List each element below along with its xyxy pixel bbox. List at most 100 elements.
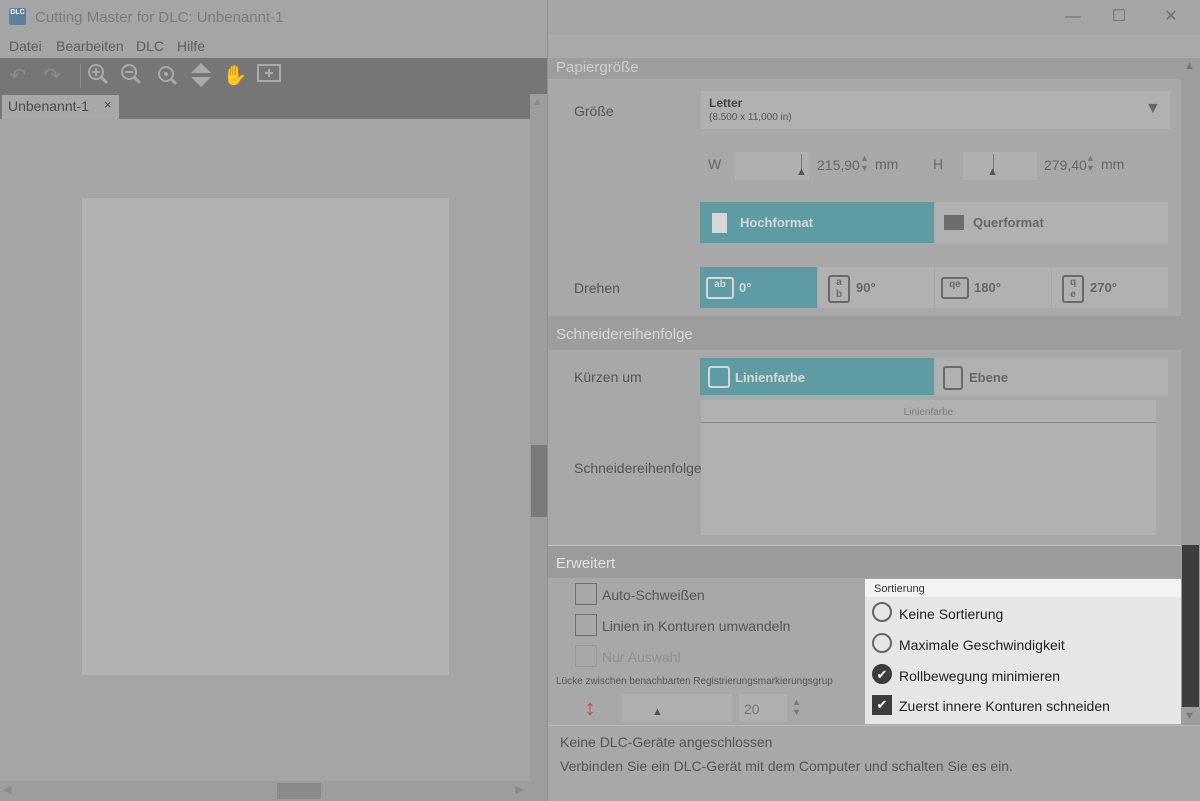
rotate-180-label: 180° [974, 280, 1001, 295]
convert-lines-checkbox[interactable] [575, 614, 597, 636]
menu-dlc[interactable]: DLC [136, 38, 164, 54]
rotate-90-icon: ab [828, 275, 850, 303]
rotate-label: Drehen [574, 280, 620, 296]
minimize-roll-label[interactable]: Rollbewegung minimieren [899, 668, 1060, 684]
line-color-icon [708, 366, 730, 388]
selection-only-label: Nur Auswahl [602, 649, 681, 665]
no-sort-radio[interactable] [872, 602, 892, 622]
maximize-button[interactable]: ☐ [1096, 4, 1142, 32]
zoom-fit-icon[interactable] [152, 62, 180, 90]
layer-label: Ebene [969, 370, 1009, 385]
menu-bearbeiten[interactable]: Bearbeiten [56, 38, 124, 54]
auto-weld-checkbox[interactable] [575, 583, 597, 605]
scroll-left-icon[interactable]: ◀ [3, 783, 11, 796]
convert-lines-label: Linien in Konturen umwandeln [602, 618, 791, 634]
rotate-270-button[interactable]: qe 270° [1052, 267, 1168, 308]
line-color-column-header: Linienfarbe [701, 400, 1156, 423]
rotate-180-icon: qe [941, 277, 969, 299]
width-label: W [708, 156, 722, 172]
redo-icon[interactable]: ↷ [38, 62, 66, 90]
height-slider[interactable] [963, 152, 1037, 180]
close-window-button[interactable]: ✕ [1148, 4, 1194, 32]
gap-value[interactable]: 20 [739, 694, 787, 722]
rotate-270-icon: qe [1062, 275, 1084, 303]
inner-contours-first-checkbox[interactable]: ✔ [872, 695, 892, 715]
portrait-label: Hochformat [740, 215, 813, 230]
max-speed-radio[interactable] [872, 633, 892, 653]
rotate-180-button[interactable]: qe 180° [935, 267, 1051, 308]
paper-size-dimensions: (8.500 x 11,000 in) [709, 112, 792, 123]
shorten-label: Kürzen um [574, 369, 642, 385]
height-value[interactable]: 279,40 [1044, 157, 1087, 173]
width-spin-icon[interactable]: ▲ ▼ [860, 153, 869, 173]
scroll-up-icon[interactable]: ▲ [1184, 60, 1195, 72]
landscape-label: Querformat [973, 215, 1044, 230]
height-spin-icon[interactable]: ▲ ▼ [1086, 153, 1095, 173]
line-color-label: Linienfarbe [735, 370, 806, 385]
cut-order-label: Schneidereihenfolge [574, 460, 702, 476]
height-slider-handle[interactable]: ▲ [987, 166, 998, 178]
rotate-270-label: 270° [1090, 280, 1117, 295]
section-cut-order: Schneidereihenfolge [548, 316, 1181, 350]
width-slider-handle[interactable]: ▲ [796, 166, 807, 178]
app-icon: DLC [9, 8, 26, 25]
rotate-0-label: 0° [739, 280, 752, 295]
layer-button[interactable]: Ebene [935, 358, 1168, 395]
layer-icon [943, 366, 963, 390]
canvas-horizontal-scroll-thumb[interactable] [277, 783, 321, 799]
scroll-right-icon[interactable]: ▶ [515, 783, 523, 796]
device-status-text: Keine DLC-Geräte angeschlossen [560, 734, 773, 750]
line-color-button[interactable]: Linienfarbe [700, 358, 934, 395]
close-tab-icon[interactable]: × [104, 97, 112, 112]
rotate-0-button[interactable]: ab 0° [700, 267, 817, 308]
dropdown-arrow-icon: ▼ [1145, 100, 1161, 117]
max-speed-label[interactable]: Maximale Geschwindigkeit [899, 637, 1065, 653]
menu-datei[interactable]: Datei [9, 38, 42, 54]
gap-spin-icon[interactable]: ▲ ▼ [792, 697, 801, 717]
gap-slider[interactable] [622, 694, 732, 722]
rotate-90-label: 90° [856, 280, 876, 295]
width-value[interactable]: 215,90 [817, 157, 860, 173]
inner-contours-first-label[interactable]: Zuerst innere Konturen schneiden [899, 698, 1110, 714]
scroll-up-icon[interactable]: ▲ [532, 96, 543, 108]
zoom-out-icon[interactable] [117, 62, 145, 90]
toolbar-separator [80, 64, 81, 88]
size-label: Größe [574, 103, 614, 119]
sort-popup-title: Sortierung [865, 579, 1181, 597]
menu-hilfe[interactable]: Hilfe [177, 38, 205, 54]
paper-sheet[interactable] [82, 198, 449, 675]
section-paper-size: Papiergröße [548, 58, 1181, 79]
height-label: H [933, 156, 944, 172]
document-tab[interactable]: Unbenannt-1 [2, 95, 119, 119]
auto-weld-label: Auto-Schweißen [602, 587, 705, 603]
gap-height-icon: ↕ [584, 695, 596, 720]
minimize-button[interactable]: — [1050, 4, 1096, 32]
hand-icon[interactable]: ✋ [221, 62, 249, 90]
move-icon[interactable] [187, 62, 215, 90]
rotate-90-button[interactable]: ab 90° [818, 267, 934, 308]
canvas-vertical-scrollbar[interactable] [530, 94, 548, 781]
canvas-vertical-scroll-thumb[interactable] [531, 445, 547, 517]
no-sort-label[interactable]: Keine Sortierung [899, 606, 1003, 622]
device-hint-text: Verbinden Sie ein DLC-Gerät mit dem Comp… [560, 758, 1013, 774]
selection-only-checkbox[interactable] [575, 645, 597, 667]
landscape-page-icon [944, 215, 964, 230]
canvas-horizontal-scrollbar[interactable] [0, 781, 548, 801]
portrait-page-icon [712, 213, 727, 233]
landscape-button[interactable]: Querformat [935, 202, 1168, 243]
select-area-icon[interactable] [255, 62, 283, 90]
paper-size-name: Letter [709, 96, 743, 110]
gap-label: Lücke zwischen benachbarten Registrierun… [556, 676, 833, 687]
panel-vertical-scroll-thumb[interactable] [1182, 545, 1199, 707]
gap-slider-handle[interactable]: ▲ [652, 706, 663, 718]
portrait-button[interactable]: Hochformat [700, 202, 934, 243]
window-title: Cutting Master for DLC: Unbenannt-1 [35, 9, 284, 26]
document-tab-label: Unbenannt-1 [8, 98, 89, 114]
section-advanced: Erweitert [548, 545, 1181, 578]
scroll-down-icon[interactable]: ▼ [1184, 710, 1195, 722]
rotate-0-icon: ab [706, 277, 734, 299]
minimize-roll-radio[interactable]: ✔ [872, 664, 892, 684]
zoom-in-icon[interactable] [84, 62, 112, 90]
undo-icon[interactable]: ↶ [4, 62, 32, 90]
paper-size-dropdown[interactable] [701, 91, 1170, 129]
